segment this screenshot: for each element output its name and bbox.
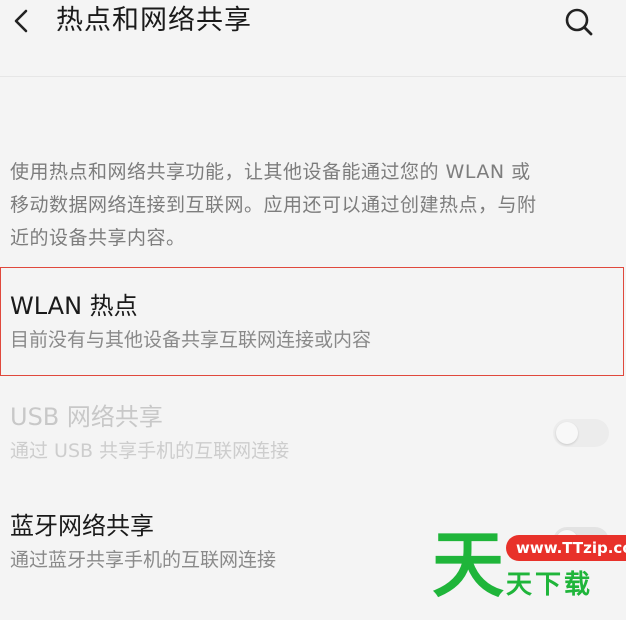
description-line: 移动数据网络连接到互联网。应用还可以通过创建热点，与附 <box>10 194 537 216</box>
screen: 热点和网络共享 使用热点和网络共享功能，让其他设备能通过您的 WLAN 或 移动… <box>0 0 626 620</box>
usb-tethering-item[interactable]: USB 网络共享 通过 USB 共享手机的互联网连接 <box>0 390 626 480</box>
bluetooth-tethering-subtitle: 通过蓝牙共享手机的互联网连接 <box>10 549 277 571</box>
usb-tethering-toggle[interactable] <box>553 419 609 447</box>
bluetooth-tethering-title: 蓝牙网络共享 <box>10 512 154 540</box>
usb-tethering-title: USB 网络共享 <box>10 403 163 431</box>
chevron-left-icon <box>14 9 28 33</box>
description-line: 近的设备共享内容。 <box>10 227 186 249</box>
back-button[interactable] <box>4 0 40 44</box>
wlan-hotspot-subtitle: 目前没有与其他设备共享互联网连接或内容 <box>10 329 372 351</box>
search-button[interactable] <box>560 4 600 40</box>
app-bar: 热点和网络共享 <box>0 0 626 77</box>
watermark-big-char: 天 <box>432 523 505 607</box>
toggle-knob <box>556 422 578 444</box>
page-title: 热点和网络共享 <box>56 5 252 36</box>
tethering-description: 使用热点和网络共享功能，让其他设备能通过您的 WLAN 或 移动数据网络连接到互… <box>10 156 616 255</box>
wlan-hotspot-item[interactable]: WLAN 热点 目前没有与其他设备共享互联网连接或内容 <box>0 268 626 375</box>
watermark-url-badge: www.TTzip.com <box>506 535 626 561</box>
description-line: 使用热点和网络共享功能，让其他设备能通过您的 WLAN 或 <box>10 161 531 183</box>
wlan-hotspot-title: WLAN 热点 <box>10 292 138 320</box>
search-icon <box>565 8 593 36</box>
site-watermark: 天 www.TTzip.com 天下载 <box>432 523 626 617</box>
usb-tethering-subtitle: 通过 USB 共享手机的互联网连接 <box>10 440 290 462</box>
watermark-text: 天下载 <box>506 570 594 600</box>
